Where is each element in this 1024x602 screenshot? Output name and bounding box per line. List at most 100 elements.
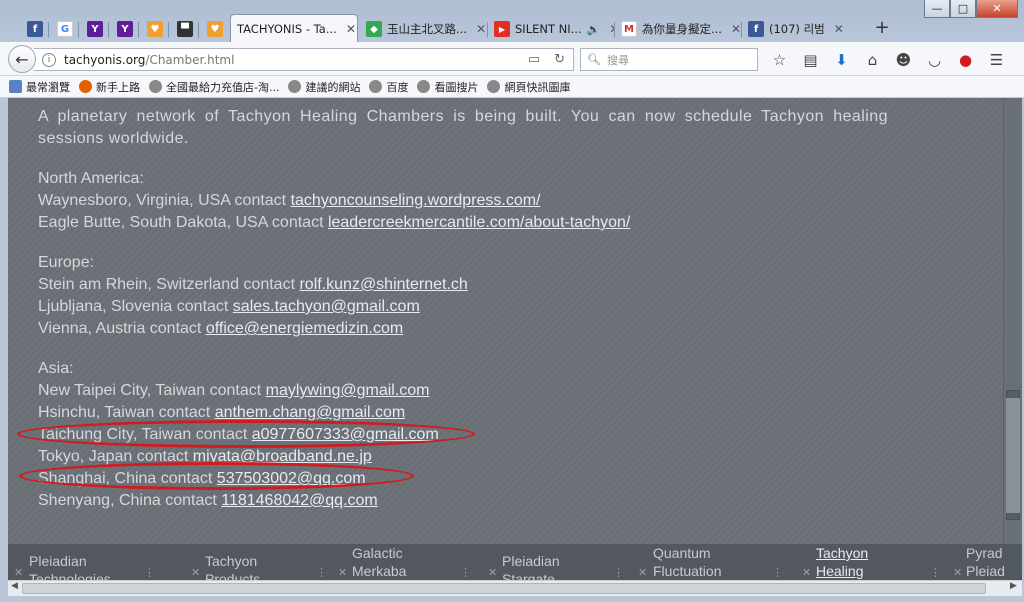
footer-link-line: Quantum bbox=[653, 545, 711, 561]
close-tab-icon[interactable]: ✕ bbox=[731, 22, 741, 36]
footer-link-line: Pleiadian bbox=[29, 553, 87, 569]
reload-icon[interactable]: ↻ bbox=[554, 52, 565, 67]
footer-link-line: Pyrad bbox=[966, 545, 1003, 561]
tab-title: 玉山主北叉路... bbox=[387, 22, 467, 36]
new-tab-button[interactable]: + bbox=[872, 18, 892, 38]
pinned-tab-monitor[interactable]: ▀ bbox=[170, 16, 200, 42]
contact-entry: New Taipei City, Taiwan contact maylywin… bbox=[38, 380, 888, 402]
contact-link[interactable]: maylywing@gmail.com bbox=[266, 382, 430, 399]
footer-link-pleiadian-technologies[interactable]: Pleiadian Technologies bbox=[29, 552, 111, 580]
footer-link-tachyon-healing[interactable]: Tachyon Healing bbox=[816, 544, 868, 580]
bookmark-image-search[interactable]: 看圖搜片 bbox=[417, 79, 478, 95]
footer-link-line: Tachyon bbox=[205, 553, 258, 569]
globe-icon bbox=[149, 80, 162, 93]
contact-entry: Waynesboro, Virginia, USA contact tachyo… bbox=[38, 190, 888, 212]
bookmark-star-icon[interactable]: ☆ bbox=[764, 48, 795, 72]
region-heading: Asia: bbox=[38, 360, 74, 377]
pinned-tab-yahoo-2[interactable]: Y bbox=[110, 16, 140, 42]
search-icon: 🔍︎ bbox=[587, 53, 601, 66]
url-host: tachyonis.org bbox=[64, 52, 146, 67]
vertical-scrollbar[interactable] bbox=[1003, 98, 1022, 544]
reader-view-icon[interactable]: ▭ bbox=[528, 52, 540, 67]
pinned-tab-google[interactable]: G bbox=[50, 16, 80, 42]
contact-link[interactable]: anthem.chang@gmail.com bbox=[215, 404, 406, 421]
contact-entry: Hsinchu, Taiwan contact anthem.chang@gma… bbox=[38, 402, 888, 424]
footer-link-pyradyne[interactable]: Pyrad Pleiad bbox=[966, 544, 1005, 580]
contact-entry: Eagle Butte, South Dakota, USA contact l… bbox=[38, 212, 888, 234]
bookmark-label: 最常瀏覽 bbox=[26, 80, 70, 94]
yahoo-icon: Y bbox=[87, 21, 103, 37]
navigation-toolbar: i tachyonis.org/Chamber.html ▭ ↻ ← 🔍︎ 搜尋… bbox=[0, 42, 1024, 76]
contact-link[interactable]: 1181468042@qq.com bbox=[221, 492, 378, 509]
close-tab-icon[interactable]: ✕ bbox=[346, 22, 356, 36]
footer-link-line: Pleiadian bbox=[502, 553, 560, 569]
scroll-right-arrow-icon[interactable]: ▶ bbox=[1010, 581, 1017, 591]
footer-link-tachyon-products[interactable]: Tachyon Products bbox=[205, 552, 260, 580]
monitor-icon: ▀ bbox=[177, 21, 193, 37]
back-button[interactable]: ← bbox=[8, 45, 36, 73]
firefox-icon bbox=[79, 80, 92, 93]
contact-link[interactable]: office@energiemedizin.com bbox=[206, 320, 403, 337]
region-europe: Europe: Stein am Rhein, Switzerland cont… bbox=[38, 252, 888, 340]
bullet-icon: ✕ bbox=[191, 567, 201, 579]
bookmark-label: 百度 bbox=[386, 80, 409, 94]
contact-entry: Shenyang, China contact 1181468042@qq.co… bbox=[38, 490, 888, 512]
pinned-tab-app-2[interactable]: ♥ bbox=[200, 16, 230, 42]
contact-link[interactable]: 537503002@qq.com bbox=[217, 470, 366, 487]
chat-icon[interactable]: ☻ bbox=[888, 48, 919, 72]
folder-icon bbox=[9, 80, 22, 93]
pinned-tab-facebook[interactable]: f bbox=[20, 16, 50, 42]
footer-link-line: Healing bbox=[816, 563, 864, 579]
speaker-icon[interactable]: 🔊 bbox=[587, 23, 601, 36]
tab-facebook[interactable]: f (107) 리범 ✕ bbox=[742, 16, 868, 42]
reading-list-icon[interactable]: ▤ bbox=[795, 48, 826, 72]
bookmark-taobao[interactable]: 全國最給力充值店-淘... bbox=[149, 79, 279, 95]
addon-icon[interactable]: ● bbox=[950, 48, 981, 72]
bullet-icon: ✕ bbox=[488, 567, 498, 579]
footer-link-pleiadian-stargate[interactable]: Pleiadian Stargate bbox=[502, 552, 560, 580]
bookmark-suggested-sites[interactable]: 建議的網站 bbox=[288, 79, 360, 95]
menu-icon[interactable]: ☰ bbox=[981, 48, 1012, 72]
bookmark-baidu[interactable]: 百度 bbox=[369, 79, 408, 95]
contact-location: Waynesboro, Virginia, USA contact bbox=[38, 192, 291, 209]
bookmark-most-visited[interactable]: 最常瀏覽 bbox=[9, 79, 70, 95]
contact-link[interactable]: miyata@broadband.ne.jp bbox=[193, 448, 372, 465]
contact-entry-circled: Taichung City, Taiwan contact a097760733… bbox=[38, 424, 888, 446]
window-titlebar: — □ ✕ f G Y Y ♥ ▀ ♥ TACHYONIS - Ta... ✕ … bbox=[0, 0, 1024, 42]
pocket-icon[interactable]: ◡ bbox=[919, 48, 950, 72]
yahoo-icon: Y bbox=[117, 21, 133, 37]
globe-icon bbox=[417, 80, 431, 93]
tab-youtube[interactable]: ▶ SILENT NI... 🔊 ✕ bbox=[488, 16, 614, 42]
pinned-tab-app[interactable]: ♥ bbox=[140, 16, 170, 42]
tab-gmail[interactable]: M 為你量身擬定... ✕ bbox=[615, 16, 741, 42]
horizontal-scrollbar[interactable]: ◀ ▶ bbox=[8, 580, 1022, 596]
window-frame bbox=[0, 596, 1024, 602]
footer-link-galactic-merkaba[interactable]: Galactic Merkaba bbox=[352, 544, 406, 580]
download-icon[interactable]: ⬇ bbox=[826, 48, 857, 72]
scroll-left-arrow-icon[interactable]: ◀ bbox=[11, 581, 18, 591]
close-tab-icon[interactable]: ✕ bbox=[476, 22, 486, 36]
intro-paragraph: A planetary network of Tachyon Healing C… bbox=[38, 108, 888, 147]
home-icon[interactable]: ⌂ bbox=[857, 48, 888, 72]
tab-maps[interactable]: ◆ 玉山主北叉路... ✕ bbox=[360, 16, 486, 42]
pinned-tab-yahoo[interactable]: Y bbox=[80, 16, 110, 42]
footer-link-line: Tachyon bbox=[816, 545, 869, 561]
contact-link[interactable]: tachyoncounseling.wordpress.com/ bbox=[291, 192, 541, 209]
bookmark-getting-started[interactable]: 新手上路 bbox=[79, 79, 140, 95]
bookmark-web-slice-gallery[interactable]: 網頁快訊圖庫 bbox=[487, 79, 570, 95]
horizontal-scrollbar-thumb[interactable] bbox=[22, 583, 986, 594]
footer-link-line: Merkaba bbox=[352, 563, 407, 579]
footer-link-line: Galactic bbox=[352, 545, 403, 561]
contact-link[interactable]: leadercreekmercantile.com/about-tachyon/ bbox=[328, 214, 630, 231]
search-input[interactable]: 🔍︎ 搜尋 bbox=[580, 48, 758, 71]
site-info-icon[interactable]: i bbox=[42, 52, 56, 67]
contact-link[interactable]: sales.tachyon@gmail.com bbox=[233, 298, 420, 315]
contact-link[interactable]: rolf.kunz@shinternet.ch bbox=[299, 276, 467, 293]
contact-link[interactable]: a0977607333@gmail.com bbox=[252, 426, 439, 443]
url-path: /Chamber.html bbox=[145, 52, 235, 67]
tab-tachyonis[interactable]: TACHYONIS - Ta... ✕ bbox=[230, 14, 358, 42]
footer-link-quantum-fluctuation[interactable]: Quantum Fluctuation bbox=[653, 544, 721, 580]
contact-entry-circled: Shanghai, China contact 537503002@qq.com bbox=[38, 468, 888, 490]
url-bar[interactable]: i tachyonis.org/Chamber.html ▭ ↻ bbox=[34, 48, 574, 71]
close-tab-icon[interactable]: ✕ bbox=[834, 22, 844, 36]
